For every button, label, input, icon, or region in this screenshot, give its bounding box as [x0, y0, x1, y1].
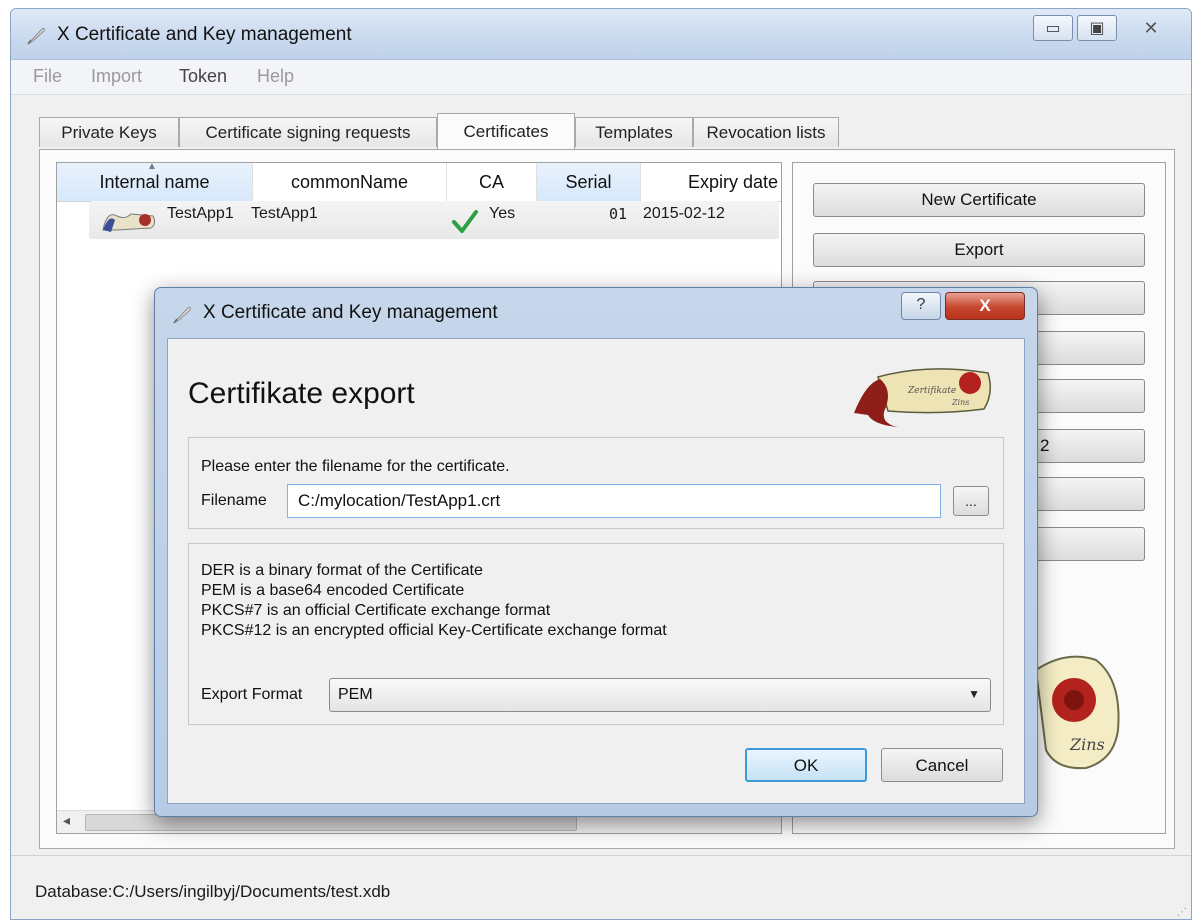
cell-ca: Yes	[489, 205, 516, 222]
filename-prompt: Please enter the filename for the certif…	[201, 458, 510, 475]
close-button[interactable]: ✕	[1121, 15, 1181, 41]
table-row[interactable]: TestApp1 TestApp1 Yes 01 2015-02-12	[89, 201, 779, 239]
export-button[interactable]: Export	[813, 233, 1145, 267]
seal-icon: Zins	[1034, 655, 1120, 770]
tab-templates[interactable]: Templates	[575, 117, 693, 147]
tab-private-keys[interactable]: Private Keys	[39, 117, 179, 147]
format-info-pkcs12: PKCS#12 is an encrypted official Key-Cer…	[201, 622, 667, 639]
svg-text:Zins: Zins	[1069, 735, 1105, 754]
tab-revocation-lists[interactable]: Revocation lists	[693, 117, 839, 147]
tab-certificate-signing-requests[interactable]: Certificate signing requests	[179, 117, 437, 147]
format-group: DER is a binary format of the Certificat…	[188, 543, 1004, 725]
format-info-der: DER is a binary format of the Certificat…	[201, 562, 483, 579]
list-header: ▲ Internal name commonName CA Serial Exp…	[57, 163, 781, 202]
maximize-button[interactable]: ▣	[1077, 15, 1117, 41]
resize-grip-icon[interactable]: ⋰	[1177, 907, 1187, 918]
menu-bar: File Import Token Help	[11, 60, 1191, 95]
menu-file[interactable]: File	[33, 66, 62, 87]
dialog-close-button[interactable]: X	[945, 292, 1025, 320]
app-feather-icon	[27, 27, 45, 45]
export-format-value: PEM	[338, 686, 373, 703]
column-common-name[interactable]: commonName	[253, 163, 447, 201]
minimize-button[interactable]: ▭	[1033, 15, 1073, 41]
help-button[interactable]: ?	[901, 292, 941, 320]
menu-import[interactable]: Import	[91, 66, 142, 87]
status-bar: Database:C:/Users/ingilbyj/Documents/tes…	[11, 855, 1191, 919]
export-format-select[interactable]: PEM ▼	[329, 678, 991, 712]
check-icon	[452, 210, 478, 233]
filename-group: Please enter the filename for the certif…	[188, 437, 1004, 529]
export-dialog: X Certificate and Key management ? X Cer…	[154, 287, 1038, 817]
filename-input[interactable]	[287, 484, 941, 518]
logo-scroll-icon: Zertifikate Zins	[854, 368, 991, 427]
svg-text:Zertifikate: Zertifikate	[907, 386, 956, 396]
column-internal-name[interactable]: ▲ Internal name	[57, 163, 253, 201]
maximize-icon: ▣	[1089, 20, 1105, 37]
minimize-icon: ▭	[1045, 20, 1061, 37]
cell-expiry-date: 2015-02-12	[643, 205, 725, 222]
filename-label: Filename	[201, 492, 267, 509]
dialog-heading: Certifikate export	[188, 377, 415, 410]
column-label: Internal name	[99, 172, 210, 192]
column-ca[interactable]: CA	[447, 163, 537, 201]
new-certificate-button[interactable]: New Certificate	[813, 183, 1145, 217]
sort-up-icon: ▲	[147, 162, 157, 172]
ok-button[interactable]: OK	[745, 748, 867, 782]
cell-serial: 01	[609, 205, 628, 223]
chevron-down-icon: ▼	[968, 687, 980, 701]
column-expiry-date[interactable]: Expiry date	[641, 163, 781, 201]
dialog-feather-icon	[173, 306, 191, 324]
caption-buttons: ▭ ▣ ✕	[1033, 15, 1181, 43]
menu-token[interactable]: Token	[179, 66, 227, 87]
database-path: Database:C:/Users/ingilbyj/Documents/tes…	[35, 882, 391, 901]
cell-common-name: TestApp1	[251, 205, 318, 222]
dialog-title: X Certificate and Key management	[203, 302, 498, 323]
help-icon: ?	[916, 296, 926, 313]
window-title: X Certificate and Key management	[57, 24, 352, 45]
scroll-left-icon[interactable]: ◂	[63, 812, 70, 829]
close-icon: X	[979, 296, 991, 315]
dialog-body: Certifikate export Zertifikate Zins Plea…	[167, 338, 1025, 804]
browse-button[interactable]: ...	[953, 486, 989, 516]
svg-text:Zins: Zins	[951, 398, 969, 407]
menu-help[interactable]: Help	[257, 66, 294, 87]
title-bar[interactable]: X Certificate and Key management ▭ ▣ ✕	[11, 9, 1191, 60]
close-icon: ✕	[1143, 17, 1159, 38]
tab-certificates[interactable]: Certificates	[437, 113, 575, 149]
cell-internal-name: TestApp1	[167, 205, 234, 222]
format-info-pkcs7: PKCS#7 is an official Certificate exchan…	[201, 602, 551, 619]
certificate-row-icon	[102, 213, 156, 232]
format-info-pem: PEM is a base64 encoded Certificate	[201, 582, 465, 599]
column-serial[interactable]: Serial	[537, 163, 641, 201]
export-format-label: Export Format	[201, 686, 303, 703]
cancel-button[interactable]: Cancel	[881, 748, 1003, 782]
